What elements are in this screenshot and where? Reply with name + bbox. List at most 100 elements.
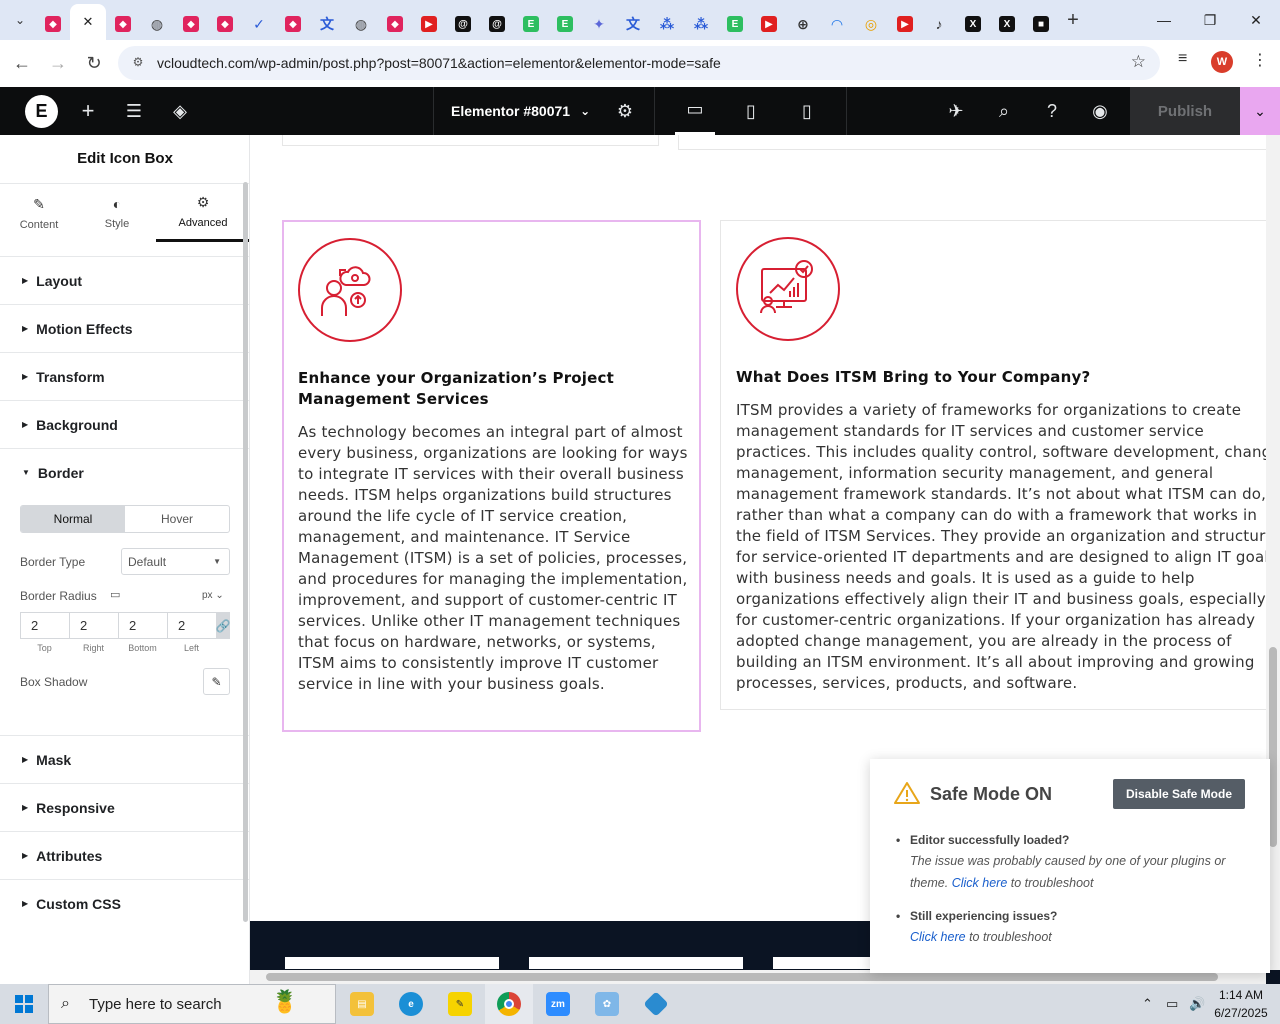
publish-button[interactable]: Publish xyxy=(1130,87,1240,135)
paint-icon[interactable]: ✿ xyxy=(583,984,631,1024)
structure-layers-icon[interactable]: ◈ xyxy=(160,87,200,135)
browser-tab[interactable]: X xyxy=(990,8,1024,40)
restore-icon[interactable]: ❐ xyxy=(1187,0,1233,40)
browser-tab[interactable]: ▶ xyxy=(888,8,922,40)
radius-right-input[interactable]: 2 xyxy=(69,612,118,639)
site-settings-sliders-icon[interactable]: ☰ xyxy=(114,87,154,135)
tab-search-chevron-icon[interactable]: ⌄ xyxy=(4,4,36,36)
media-controls-icon[interactable]: ≡ xyxy=(1178,50,1187,68)
tab-style[interactable]: ◐ Style xyxy=(78,184,156,242)
close-icon[interactable]: ✕ xyxy=(80,14,96,30)
browser-tab[interactable]: ⁂ xyxy=(650,8,684,40)
browser-tab[interactable]: ▶ xyxy=(412,8,446,40)
section-layout[interactable]: ▶ Layout xyxy=(0,256,249,304)
section-mask[interactable]: ▶ Mask xyxy=(0,735,249,783)
section-responsive[interactable]: ▶ Responsive xyxy=(0,783,249,831)
browser-tab[interactable]: 文 xyxy=(616,8,650,40)
new-tab-button[interactable]: + xyxy=(1058,5,1088,35)
section-attributes[interactable]: ▶ Attributes xyxy=(0,831,249,879)
section-transform[interactable]: ▶ Transform xyxy=(0,352,249,400)
troubleshoot-link[interactable]: Click here xyxy=(910,930,966,944)
windows-start-icon[interactable] xyxy=(0,984,48,1024)
browser-tab[interactable]: @ xyxy=(446,8,480,40)
disable-safe-mode-button[interactable]: Disable Safe Mode xyxy=(1113,779,1245,809)
file-explorer-icon[interactable]: ▤ xyxy=(338,984,386,1024)
responsive-desktop-icon[interactable]: ▭ xyxy=(110,588,120,601)
page-settings-gear-icon[interactable]: ⚙ xyxy=(605,87,645,135)
desktop-icon[interactable]: ▭ xyxy=(675,87,715,135)
browser-tab[interactable]: ⊕ xyxy=(786,8,820,40)
browser-tab[interactable]: ✦ xyxy=(582,8,616,40)
browser-tab[interactable]: ◆ xyxy=(106,8,140,40)
tablet-icon[interactable]: ▯ xyxy=(731,87,771,135)
mobile-icon[interactable]: ▯ xyxy=(787,87,827,135)
box-shadow-edit-icon[interactable]: ✎ xyxy=(203,668,230,695)
browser-tab[interactable]: ▶ xyxy=(752,8,786,40)
forward-icon[interactable]: → xyxy=(40,45,76,81)
help-icon[interactable]: ? xyxy=(1032,87,1072,135)
tab-advanced[interactable]: ⚙ Advanced xyxy=(156,184,249,242)
chrome-icon[interactable] xyxy=(485,984,533,1024)
elementor-logo[interactable]: E xyxy=(25,95,58,128)
section-motion-effects[interactable]: ▶ Motion Effects xyxy=(0,304,249,352)
browser-tab[interactable]: ◠ xyxy=(820,8,854,40)
section-custom-css[interactable]: ▶ Custom CSS xyxy=(0,879,249,927)
browser-tab[interactable]: E xyxy=(514,8,548,40)
browser-tab[interactable]: ⁂ xyxy=(684,8,718,40)
browser-tab[interactable]: ◆ xyxy=(378,8,412,40)
browser-tab[interactable]: ◍ xyxy=(140,8,174,40)
browser-tab[interactable]: ◆ xyxy=(208,8,242,40)
browser-tab[interactable]: ✓ xyxy=(242,8,276,40)
browser-tab[interactable]: ◍ xyxy=(344,8,378,40)
scroll-thumb[interactable] xyxy=(266,973,1218,981)
browser-tab[interactable]: ◎ xyxy=(854,8,888,40)
tab-normal[interactable]: Normal xyxy=(21,506,125,532)
border-type-select[interactable]: Default ▼ xyxy=(121,548,230,575)
menu-kebab-icon[interactable]: ⋮ xyxy=(1252,50,1268,70)
section-border[interactable]: ▼ Border xyxy=(0,448,249,496)
sticky-notes-icon[interactable]: ✎ xyxy=(436,984,484,1024)
panel-scrollbar[interactable] xyxy=(243,182,248,922)
browser-tab[interactable]: E xyxy=(548,8,582,40)
preview-eye-icon[interactable]: ◉ xyxy=(1080,87,1120,135)
add-element-icon[interactable]: + xyxy=(68,87,108,135)
section-background[interactable]: ▶ Background xyxy=(0,400,249,448)
volume-icon[interactable]: 🔊 xyxy=(1189,984,1205,1024)
back-icon[interactable]: ← xyxy=(4,45,40,81)
unit-select[interactable]: px ⌄ xyxy=(202,590,224,601)
radius-bottom-input[interactable]: 2 xyxy=(118,612,167,639)
scroll-thumb[interactable] xyxy=(1269,647,1277,847)
site-info-icon[interactable]: ⚙ xyxy=(130,55,146,71)
browser-tab[interactable]: E xyxy=(718,8,752,40)
icon-box[interactable]: What Does ITSM Bring to Your Company? IT… xyxy=(720,220,1280,710)
browser-tab[interactable]: @ xyxy=(480,8,514,40)
minimize-icon[interactable]: — xyxy=(1141,0,1187,40)
browser-tab[interactable]: 文 xyxy=(310,8,344,40)
network-icon[interactable]: ▭ xyxy=(1166,984,1178,1024)
tab-content[interactable]: ✎ Content xyxy=(0,184,78,242)
bookmark-star-icon[interactable]: ☆ xyxy=(1131,52,1146,72)
show-hidden-icons-chevron-icon[interactable]: ⌃ xyxy=(1142,984,1153,1024)
browser-tab[interactable]: ✕ xyxy=(70,4,106,40)
tab-hover[interactable]: Hover xyxy=(125,506,229,532)
radius-top-input[interactable]: 2 xyxy=(20,612,69,639)
edge-icon[interactable]: e xyxy=(387,984,435,1024)
search-icon[interactable]: ⌕ xyxy=(984,87,1024,135)
notifications-megaphone-icon[interactable]: ✈ xyxy=(936,87,976,135)
browser-tab[interactable]: X xyxy=(956,8,990,40)
address-bar[interactable]: ⚙ vcloudtech.com/wp-admin/post.php?post=… xyxy=(118,46,1160,80)
radius-left-input[interactable]: 2 xyxy=(167,612,216,639)
browser-tab[interactable]: ◆ xyxy=(36,8,70,40)
browser-tab[interactable]: ■ xyxy=(1024,8,1058,40)
troubleshoot-link[interactable]: Click here xyxy=(952,876,1008,890)
browser-tab[interactable]: ◆ xyxy=(174,8,208,40)
zoom-icon[interactable]: zm xyxy=(534,984,582,1024)
profile-avatar[interactable]: W xyxy=(1211,51,1233,73)
publish-options-chevron-icon[interactable]: ⌄ xyxy=(1240,87,1280,135)
taskbar-search[interactable]: ⌕ Type here to search 🍍 xyxy=(48,984,336,1024)
link-values-icon[interactable]: 🔗 xyxy=(216,612,230,639)
taskbar-clock[interactable]: 1:14 AM 6/27/2025 xyxy=(1212,986,1270,1022)
browser-tab[interactable]: ◆ xyxy=(276,8,310,40)
reload-icon[interactable]: ↻ xyxy=(76,45,112,81)
browser-tab[interactable]: ♪ xyxy=(922,8,956,40)
